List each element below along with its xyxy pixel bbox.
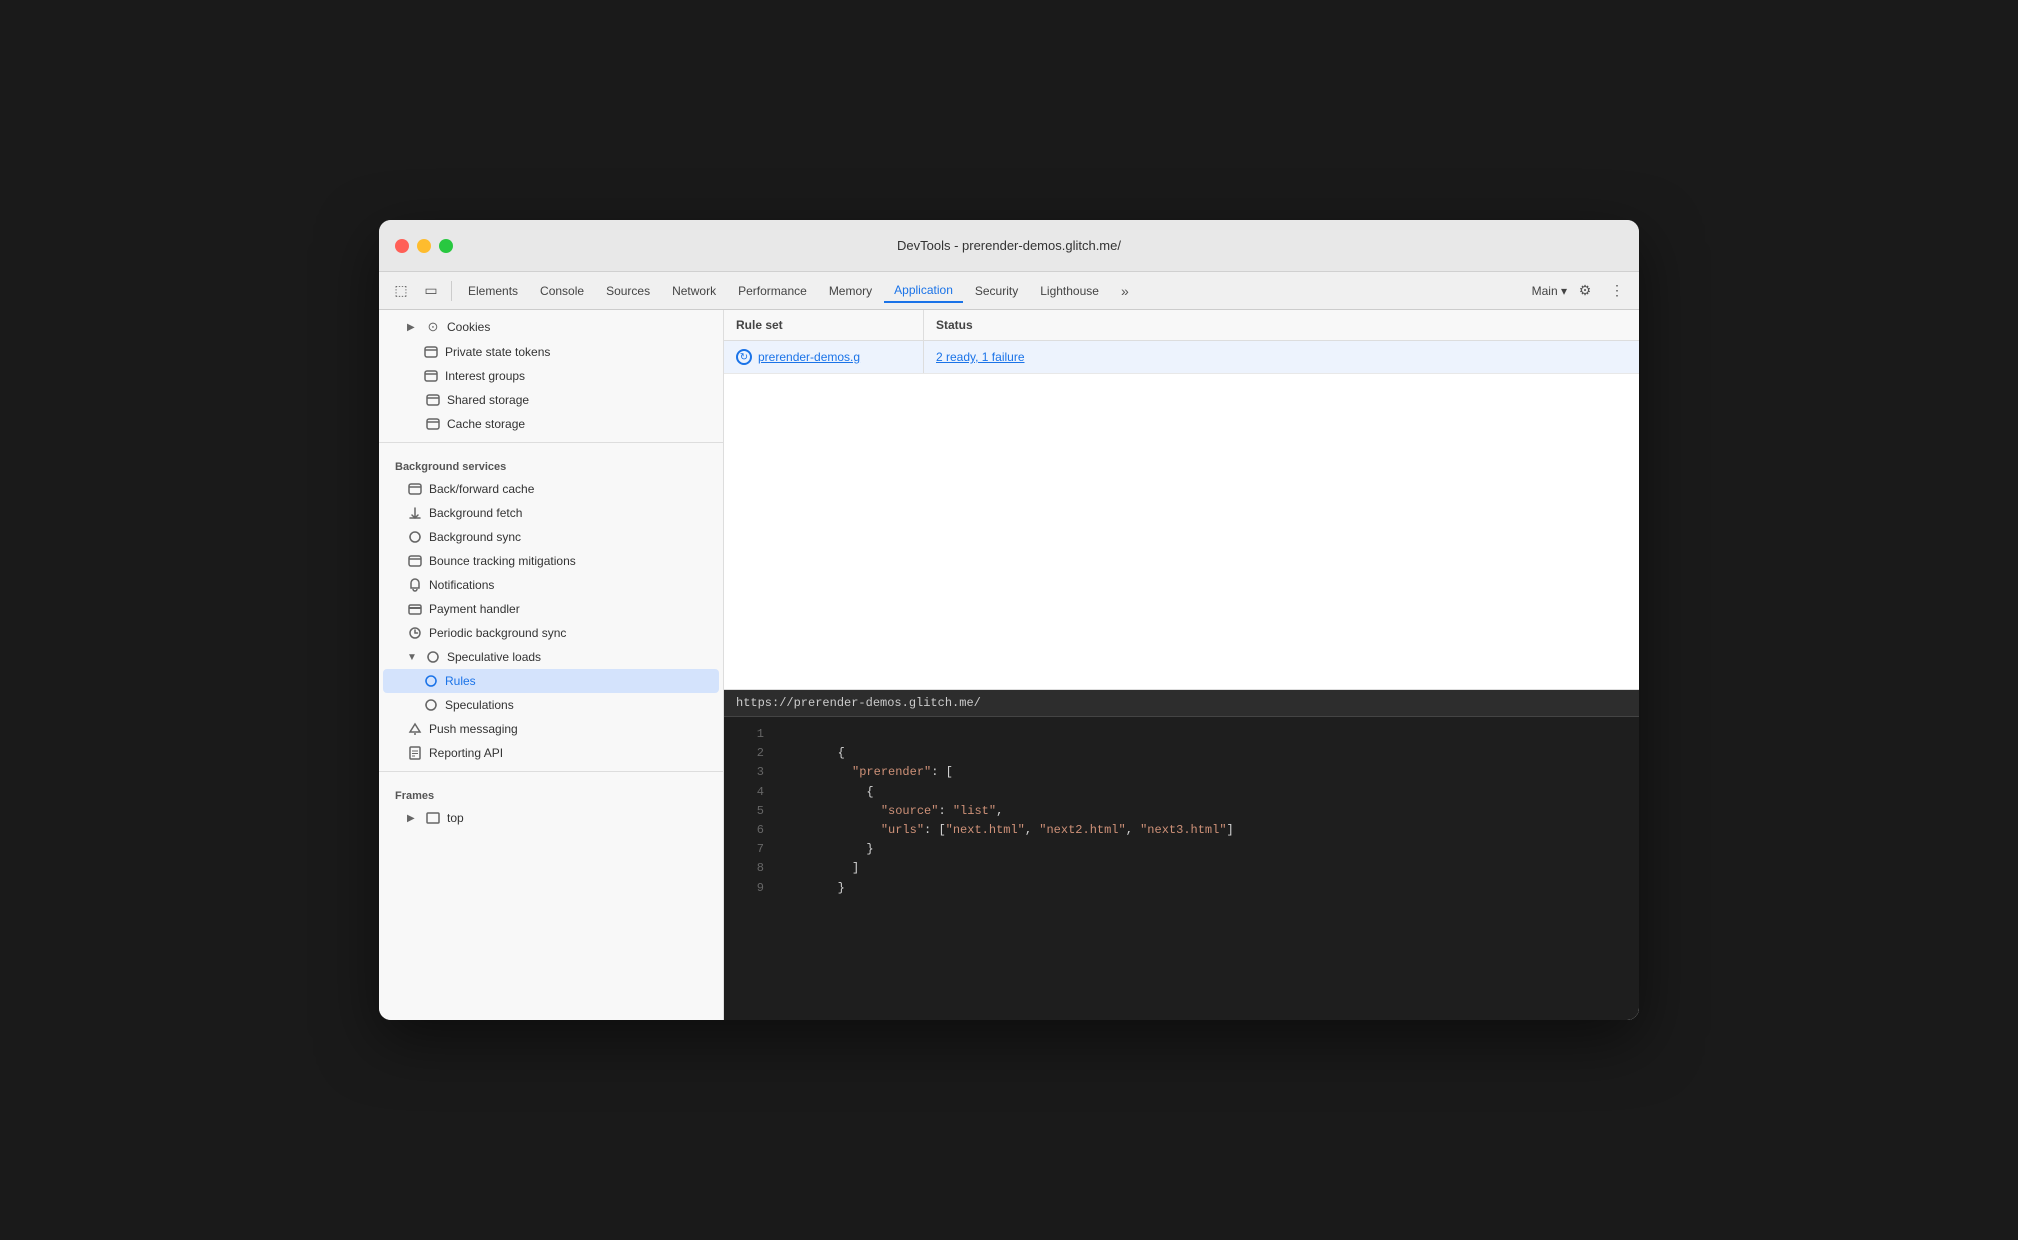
sidebar-item-shared-storage[interactable]: Shared storage [383,388,719,412]
sidebar-item-bounce-tracking[interactable]: Bounce tracking mitigations [383,549,719,573]
sidebar: ▶ ⊙ Cookies Private state tokens [379,310,724,1020]
tab-right-buttons: Main ▾ ⚙ ⋮ [1532,277,1631,305]
device-icon[interactable]: ▭ [417,277,445,305]
tab-security[interactable]: Security [965,280,1028,302]
top-frame-icon [425,812,441,824]
settings-icon[interactable]: ⚙ [1571,277,1599,305]
code-line-7: 7 } [724,840,1639,859]
traffic-lights [395,239,453,253]
cache-storage-icon [425,418,441,430]
devtools-tab-bar: ⬚ ▭ Elements Console Sources Network Per… [379,272,1639,310]
rules-icon [423,674,439,688]
content-area: Rule set Status ↻ prerender-demos.g 2 re… [724,310,1639,1020]
rule-set-link[interactable]: prerender-demos.g [758,350,860,364]
sidebar-item-top-frame[interactable]: ▶ top [383,806,719,830]
bg-services-header: Background services [379,449,723,477]
sidebar-item-back-forward-cache[interactable]: Back/forward cache [383,477,719,501]
code-line-8: 8 ] [724,859,1639,878]
rule-set-cell[interactable]: ↻ prerender-demos.g [724,341,924,373]
back-forward-icon [407,483,423,495]
sidebar-item-payment-handler[interactable]: Payment handler [383,597,719,621]
minimize-button[interactable] [417,239,431,253]
tab-memory[interactable]: Memory [819,280,882,302]
cursor-icon[interactable]: ⬚ [387,277,415,305]
table-row[interactable]: ↻ prerender-demos.g 2 ready, 1 failure [724,341,1639,374]
notifications-icon [407,578,423,592]
code-section: https://prerender-demos.glitch.me/ 1 2 {… [724,690,1639,1020]
top-frame-arrow-icon: ▶ [407,813,419,824]
sidebar-item-cache-storage[interactable]: Cache storage [383,412,719,436]
rule-set-icon: ↻ [736,349,752,365]
speculative-loads-arrow-icon: ▼ [407,652,419,663]
sidebar-item-background-fetch[interactable]: Background fetch [383,501,719,525]
code-line-4: 4 { [724,783,1639,802]
more-options-icon[interactable]: ⋮ [1603,277,1631,305]
sidebar-item-notifications[interactable]: Notifications [383,573,719,597]
col-status-header: Status [924,310,1639,340]
sidebar-item-private-state-tokens[interactable]: Private state tokens [383,340,719,364]
code-line-3: 3 "prerender": [ [724,763,1639,782]
more-tabs-icon[interactable]: » [1111,277,1139,305]
sidebar-item-cookies[interactable]: ▶ ⊙ Cookies [383,314,719,340]
tab-application[interactable]: Application [884,279,963,303]
interest-groups-icon [423,370,439,382]
speculations-icon [423,698,439,712]
col-rule-set-header: Rule set [724,310,924,340]
sidebar-item-interest-groups[interactable]: Interest groups [383,364,719,388]
code-line-2: 2 { [724,744,1639,763]
sidebar-item-reporting-api[interactable]: Reporting API [383,741,719,765]
tab-console[interactable]: Console [530,280,594,302]
code-line-6: 6 "urls": ["next.html", "next2.html", "n… [724,821,1639,840]
sidebar-item-speculations[interactable]: Speculations [383,693,719,717]
main-dropdown[interactable]: Main ▾ [1532,284,1567,298]
tab-network[interactable]: Network [662,280,726,302]
tab-sources[interactable]: Sources [596,280,660,302]
private-state-icon [423,346,439,358]
close-button[interactable] [395,239,409,253]
devtools-window: DevTools - prerender-demos.glitch.me/ ⬚ … [379,220,1639,1020]
cookies-icon: ⊙ [425,319,441,335]
reporting-api-icon [407,746,423,760]
background-sync-icon [407,530,423,544]
frames-header: Frames [379,778,723,806]
background-fetch-icon [407,506,423,520]
sidebar-item-periodic-bg-sync[interactable]: Periodic background sync [383,621,719,645]
code-content[interactable]: 1 2 { 3 "prerender": [ 4 [724,717,1639,1020]
sidebar-item-background-sync[interactable]: Background sync [383,525,719,549]
code-line-5: 5 "source": "list", [724,802,1639,821]
tab-lighthouse[interactable]: Lighthouse [1030,280,1109,302]
periodic-bg-sync-icon [407,626,423,640]
sidebar-item-push-messaging[interactable]: Push messaging [383,717,719,741]
sidebar-item-rules[interactable]: Rules [383,669,719,693]
tab-performance[interactable]: Performance [728,280,817,302]
payment-handler-icon [407,603,423,615]
code-line-1: 1 [724,725,1639,744]
tab-elements[interactable]: Elements [458,280,528,302]
sidebar-item-speculative-loads[interactable]: ▼ Speculative loads [383,645,719,669]
code-line-9: 9 } [724,879,1639,898]
table-section: Rule set Status ↻ prerender-demos.g 2 re… [724,310,1639,690]
main-layout: ▶ ⊙ Cookies Private state tokens [379,310,1639,1020]
shared-storage-icon [425,394,441,406]
status-link[interactable]: 2 ready, 1 failure [936,350,1025,364]
bounce-tracking-icon [407,555,423,567]
speculative-loads-icon [425,650,441,664]
titlebar: DevTools - prerender-demos.glitch.me/ [379,220,1639,272]
code-url-bar: https://prerender-demos.glitch.me/ [724,690,1639,717]
table-header: Rule set Status [724,310,1639,341]
maximize-button[interactable] [439,239,453,253]
push-messaging-icon [407,722,423,736]
window-title: DevTools - prerender-demos.glitch.me/ [897,238,1121,253]
status-cell[interactable]: 2 ready, 1 failure [924,342,1639,372]
cookies-arrow-icon: ▶ [407,322,419,333]
